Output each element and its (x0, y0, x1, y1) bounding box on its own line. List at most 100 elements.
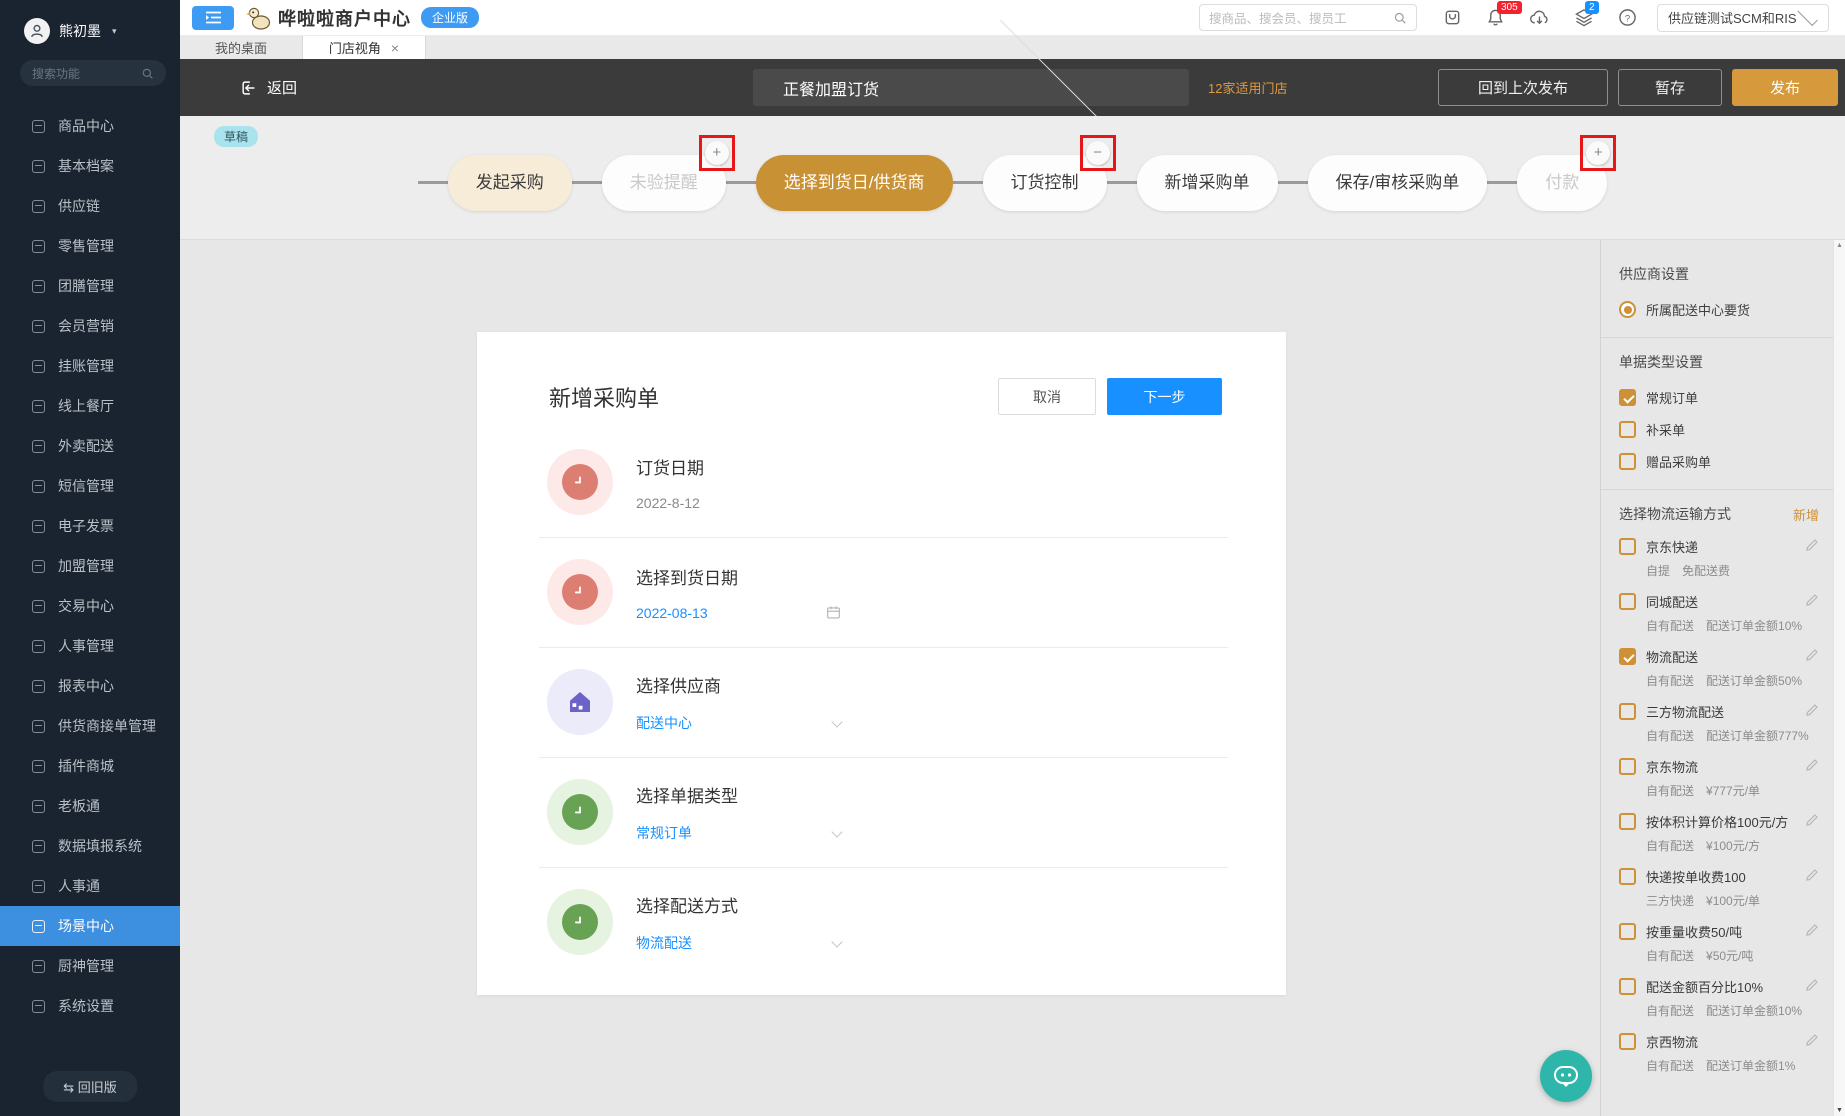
edit-pencil-icon[interactable] (1805, 978, 1819, 995)
applicable-stores-link[interactable]: 12家适用门店 (1208, 59, 1287, 116)
row-value[interactable]: 2022-8-12 (636, 495, 700, 511)
customer-service-chat-button[interactable] (1540, 1050, 1592, 1102)
sidebar-item[interactable]: 交易中心 (0, 586, 180, 626)
logistics-mode: 自有配送 (1646, 947, 1694, 964)
checkbox[interactable] (1619, 538, 1636, 555)
scroll-down-arrow[interactable]: ▼ (1836, 1107, 1843, 1114)
global-search-input[interactable]: 搜商品、搜会员、搜员工 (1199, 4, 1417, 31)
vertical-scrollbar[interactable]: ▲ ▼ (1833, 240, 1845, 1116)
scene-selector[interactable]: 正餐加盟订货 (753, 69, 1189, 106)
sidebar-item[interactable]: 团膳管理 (0, 266, 180, 306)
download-button[interactable] (1529, 8, 1550, 27)
edit-pencil-icon[interactable] (1805, 703, 1819, 720)
sidebar-search-input[interactable]: 搜索功能 (20, 60, 166, 86)
edit-pencil-icon[interactable] (1805, 813, 1819, 830)
save-draft-button[interactable]: 暂存 (1618, 69, 1722, 106)
workflow-step-pill[interactable]: 付款 + (1517, 155, 1607, 211)
checkbox[interactable] (1619, 453, 1636, 470)
organization-selector[interactable]: 供应链测试SCM和RIS (1657, 4, 1829, 32)
sidebar-item[interactable]: 挂账管理 (0, 346, 180, 386)
sidebar-item[interactable]: 供应链 (0, 186, 180, 226)
user-menu[interactable]: 熊初墨 ▾ (0, 0, 180, 44)
checkbox[interactable] (1619, 389, 1636, 406)
sidebar-item[interactable]: 报表中心 (0, 666, 180, 706)
annotation-red-box: + (1580, 135, 1616, 171)
publish-button[interactable]: 发布 (1732, 69, 1838, 106)
workspace-tab[interactable]: 我的桌面 (180, 36, 303, 59)
row-value[interactable]: 物流配送 (636, 933, 692, 953)
supplier-radio-option[interactable]: 所属配送中心要货 (1619, 300, 1819, 319)
close-icon[interactable]: × (391, 41, 399, 55)
add-logistics-link[interactable]: 新增 (1793, 505, 1819, 524)
row-label: 选择配送方式 (636, 892, 841, 917)
workflow-step-pill[interactable]: 订货控制 − (983, 155, 1107, 211)
sidebar-item[interactable]: 会员营销 (0, 306, 180, 346)
sidebar-item[interactable]: 数据填报系统 (0, 826, 180, 866)
sidebar-item-label: 加盟管理 (58, 556, 114, 576)
radio-selected-icon[interactable] (1619, 301, 1636, 318)
row-value[interactable]: 配送中心 (636, 713, 692, 733)
doc-type-option[interactable]: 常规订单 (1619, 388, 1819, 407)
checkbox[interactable] (1619, 923, 1636, 940)
workflow-step-pill[interactable]: 保存/审核采购单 (1308, 155, 1488, 211)
help-button[interactable]: ? (1618, 8, 1637, 27)
checkbox[interactable] (1619, 593, 1636, 610)
store-bag-button[interactable] (1443, 8, 1462, 27)
calendar-icon[interactable] (826, 605, 841, 620)
checkbox[interactable] (1619, 703, 1636, 720)
sidebar-item[interactable]: 电子发票 (0, 506, 180, 546)
edit-pencil-icon[interactable] (1805, 1033, 1819, 1050)
back-to-old-version-button[interactable]: ⇆ 回旧版 (43, 1071, 137, 1102)
sidebar-item[interactable]: 零售管理 (0, 226, 180, 266)
row-value[interactable]: 2022-08-13 (636, 605, 708, 621)
sidebar-item[interactable]: 加盟管理 (0, 546, 180, 586)
node-toggle-button[interactable]: + (1586, 141, 1610, 165)
cancel-button[interactable]: 取消 (998, 378, 1096, 415)
sidebar-item[interactable]: 老板通 (0, 786, 180, 826)
workspace-tab[interactable]: 门店视角 × (303, 36, 426, 59)
restore-last-publish-button[interactable]: 回到上次发布 (1438, 69, 1608, 106)
doc-type-option[interactable]: 补采单 (1619, 420, 1819, 439)
edit-pencil-icon[interactable] (1805, 758, 1819, 775)
checkbox[interactable] (1619, 421, 1636, 438)
organization-selector-value: 供应链测试SCM和RIS (1668, 8, 1797, 27)
checkbox[interactable] (1619, 978, 1636, 995)
sidebar-item[interactable]: 人事通 (0, 866, 180, 906)
logistics-fee: 配送订单金额777% (1706, 727, 1809, 744)
node-toggle-button[interactable]: − (1086, 141, 1110, 165)
sidebar-item[interactable]: 供货商接单管理 (0, 706, 180, 746)
sidebar-item[interactable]: 短信管理 (0, 466, 180, 506)
workflow-step-pill[interactable]: 发起采购 (448, 155, 572, 211)
sidebar-item[interactable]: 外卖配送 (0, 426, 180, 466)
checkbox[interactable] (1619, 648, 1636, 665)
workflow-step-pill[interactable]: 未验提醒 + (602, 155, 726, 211)
edit-pencil-icon[interactable] (1805, 868, 1819, 885)
sidebar-item[interactable]: 人事管理 (0, 626, 180, 666)
workflow-step-pill[interactable]: 选择到货日/供货商 (756, 155, 953, 211)
messages-button[interactable]: 2 (1574, 8, 1594, 27)
checkbox[interactable] (1619, 758, 1636, 775)
sidebar-item[interactable]: 基本档案 (0, 146, 180, 186)
edit-pencil-icon[interactable] (1805, 538, 1819, 555)
sidebar-item[interactable]: 场景中心 (0, 906, 180, 946)
next-step-button[interactable]: 下一步 (1107, 378, 1222, 415)
edit-pencil-icon[interactable] (1805, 923, 1819, 940)
scroll-up-arrow[interactable]: ▲ (1836, 242, 1843, 249)
sidebar-item[interactable]: 商品中心 (0, 106, 180, 146)
edit-pencil-icon[interactable] (1805, 648, 1819, 665)
sidebar-item[interactable]: 线上餐厅 (0, 386, 180, 426)
row-value[interactable]: 常规订单 (636, 823, 692, 843)
node-toggle-button[interactable]: + (705, 141, 729, 165)
notifications-button[interactable]: 305 (1486, 8, 1505, 27)
workflow-step-pill[interactable]: 新增采购单 (1137, 155, 1278, 211)
sidebar-item[interactable]: 系统设置 (0, 986, 180, 1026)
back-button[interactable]: 返回 (240, 77, 297, 98)
edit-pencil-icon[interactable] (1805, 593, 1819, 610)
sidebar-item[interactable]: 厨神管理 (0, 946, 180, 986)
collapse-menu-button[interactable] (192, 6, 234, 30)
doc-type-option[interactable]: 赠品采购单 (1619, 452, 1819, 471)
sidebar-item[interactable]: 插件商城 (0, 746, 180, 786)
checkbox[interactable] (1619, 868, 1636, 885)
checkbox[interactable] (1619, 1033, 1636, 1050)
checkbox[interactable] (1619, 813, 1636, 830)
